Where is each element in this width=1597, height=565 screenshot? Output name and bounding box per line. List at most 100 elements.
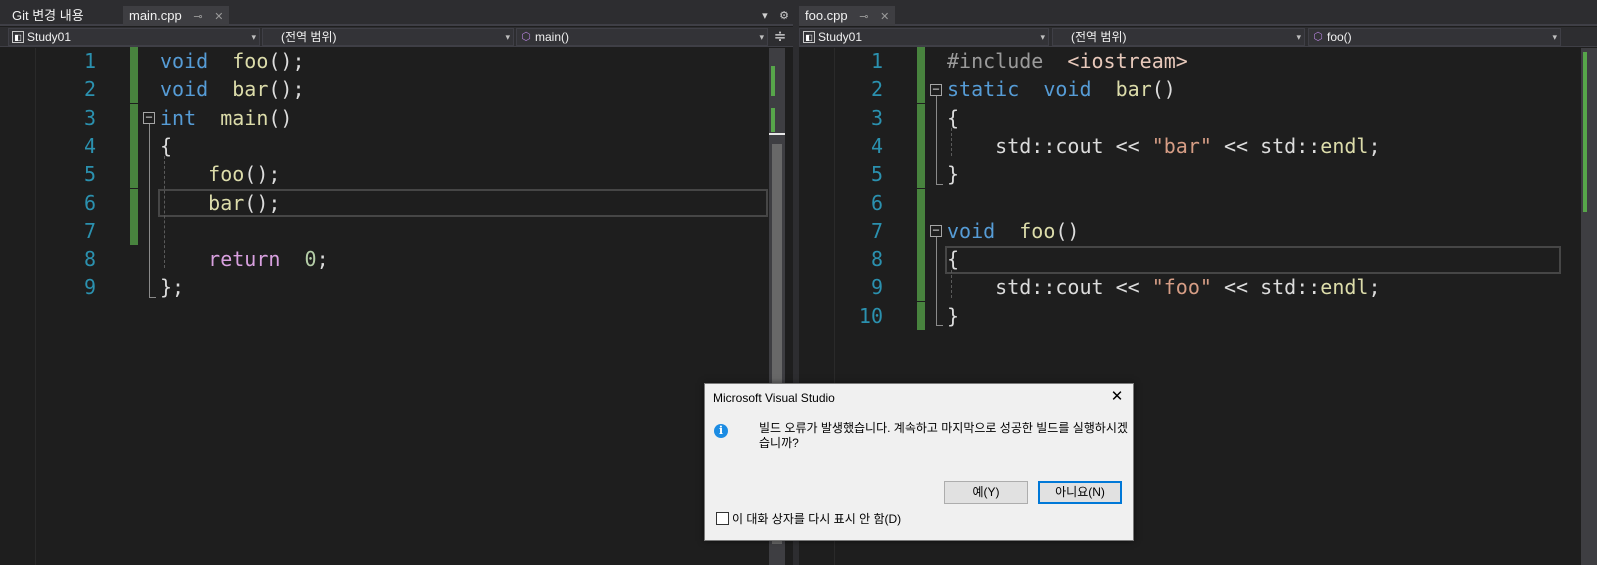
project-name: Study01: [27, 30, 72, 44]
code-text: bar();: [160, 189, 280, 217]
code-token: bar: [232, 77, 269, 102]
code-token: {: [947, 247, 960, 272]
gear-icon[interactable]: ⚙: [779, 9, 789, 22]
code-line[interactable]: 1 void foo();: [0, 47, 793, 75]
line-number: 3: [83, 105, 96, 130]
tab-label: main.cpp: [129, 8, 182, 23]
change-indicator: [917, 47, 925, 75]
close-icon[interactable]: ✕: [214, 11, 223, 23]
line-number: 10: [858, 303, 883, 328]
code-line[interactable]: 7 void foo(): [799, 216, 1597, 245]
code-token: (): [1055, 218, 1080, 243]
close-icon[interactable]: ✕: [1107, 387, 1127, 407]
code-token: << std::: [1211, 275, 1321, 300]
split-window-button[interactable]: ≑: [771, 28, 789, 46]
tab-tools: ▾ ⚙: [754, 6, 789, 26]
code-line[interactable]: 5 foo();: [0, 160, 793, 189]
code-line[interactable]: 5}: [799, 160, 1597, 189]
code-line[interactable]: 2 static void bar(): [799, 75, 1597, 104]
code-token: {: [947, 105, 960, 130]
scope-dropdown[interactable]: (전역 범위) ▾: [1052, 28, 1305, 46]
line-number: 9: [83, 275, 96, 300]
code-line[interactable]: 6 bar();: [0, 188, 793, 217]
code-line[interactable]: 7: [0, 216, 793, 245]
change-indicator: [917, 75, 925, 104]
right-navigation-bar: ◧ Study01 ▾ (전역 범위) ▾ ⬡ foo() ▾: [799, 27, 1597, 47]
code-editor-main[interactable]: − 1 void foo(); 2 void bar(); 3 int main() 4{5…: [0, 47, 793, 565]
code-line[interactable]: 10}: [799, 301, 1597, 330]
code-line[interactable]: 9};: [0, 273, 793, 301]
close-icon[interactable]: ✕: [880, 11, 889, 23]
change-indicator: [917, 131, 925, 160]
line-number: 1: [83, 49, 96, 73]
chevron-down-icon[interactable]: ▾: [762, 9, 768, 22]
project-dropdown[interactable]: ◧ Study01 ▾: [799, 28, 1049, 46]
info-icon: i: [714, 424, 728, 438]
code-line[interactable]: 1 #include <iostream>: [799, 47, 1597, 75]
code-line[interactable]: 3{: [799, 103, 1597, 132]
change-indicator: [130, 47, 138, 75]
line-number: 6: [870, 190, 883, 215]
code-token: }: [947, 162, 960, 187]
line-number: 6: [83, 190, 96, 215]
code-line[interactable]: 4 std::cout << "bar" << std::endl;: [799, 131, 1597, 160]
tab-main-cpp[interactable]: main.cpp ⊸ ✕: [123, 6, 230, 26]
code-text: {: [947, 245, 959, 273]
dialog-message: 빌드 오류가 발생했습니다. 계속하고 마지막으로 성공한 빌드를 실행하시겠습…: [759, 421, 1128, 450]
member-label: foo(): [1327, 30, 1352, 44]
code-line[interactable]: 6: [799, 188, 1597, 217]
checkbox-box[interactable]: [716, 512, 729, 525]
code-token: << std::: [1211, 133, 1321, 158]
code-line[interactable]: 2 void bar();: [0, 75, 793, 104]
code-token: void: [160, 77, 209, 102]
line-number: 1: [870, 49, 883, 73]
tab-foo-cpp[interactable]: foo.cpp ⊸ ✕: [799, 6, 896, 26]
change-indicator: [130, 160, 138, 189]
tab-git-changes[interactable]: Git 변경 내용: [6, 6, 90, 26]
dont-show-again-checkbox[interactable]: 이 대화 상자를 다시 표시 안 함(D): [716, 512, 901, 526]
code-token: <iostream>: [1067, 49, 1188, 73]
code-token: std::cout <<: [947, 133, 1152, 158]
code-token: main: [220, 105, 269, 130]
code-text: void bar();: [160, 75, 305, 103]
member-dropdown[interactable]: ⬡ main() ▾: [516, 28, 768, 46]
chevron-down-icon: ▾: [759, 32, 764, 42]
code-token: ;: [1368, 133, 1381, 158]
code-line[interactable]: 3 int main(): [0, 103, 793, 132]
code-line[interactable]: 8{: [799, 245, 1597, 274]
code-line[interactable]: 8 return 0;: [0, 245, 793, 273]
code-token: void: [947, 218, 996, 243]
pin-icon[interactable]: ⊸: [859, 11, 868, 23]
member-dropdown[interactable]: ⬡ foo() ▾: [1308, 28, 1561, 46]
scope-dropdown[interactable]: (전역 범위) ▾: [262, 28, 514, 46]
line-number: 2: [870, 77, 883, 102]
code-token: ();: [268, 49, 305, 73]
right-tab-bar: foo.cpp ⊸ ✕: [799, 0, 1597, 26]
code-token: void: [1043, 77, 1092, 102]
yes-button[interactable]: 예(Y): [944, 481, 1028, 504]
code-token: ;: [316, 247, 329, 272]
dialog-title: Microsoft Visual Studio: [713, 391, 835, 405]
left-tab-bar: Git 변경 내용 main.cpp ⊸ ✕ ▾ ⚙: [0, 0, 793, 26]
project-dropdown[interactable]: ◧ Study01 ▾: [8, 28, 260, 46]
project-name: Study01: [818, 30, 863, 44]
line-number: 5: [83, 162, 96, 187]
code-token: bar: [1115, 77, 1152, 102]
code-line[interactable]: 9 std::cout << "foo" << std::endl;: [799, 273, 1597, 302]
code-token: 0: [304, 247, 317, 272]
code-line[interactable]: 4{: [0, 131, 793, 160]
code-text: static void bar(): [947, 75, 1176, 103]
code-token: ();: [244, 190, 281, 215]
code-token: ();: [244, 162, 281, 187]
pin-icon[interactable]: ⊸: [193, 11, 202, 23]
code-token: #include: [947, 49, 1044, 73]
chevron-down-icon: ▾: [1296, 32, 1301, 42]
scope-label: (전역 범위): [1071, 30, 1127, 44]
code-token: "foo": [1151, 275, 1212, 300]
build-error-dialog: Microsoft Visual Studio ✕ i 빌드 오류가 발생했습니…: [704, 383, 1134, 541]
tab-label: foo.cpp: [805, 8, 848, 23]
no-button[interactable]: 아니요(N): [1038, 481, 1122, 504]
